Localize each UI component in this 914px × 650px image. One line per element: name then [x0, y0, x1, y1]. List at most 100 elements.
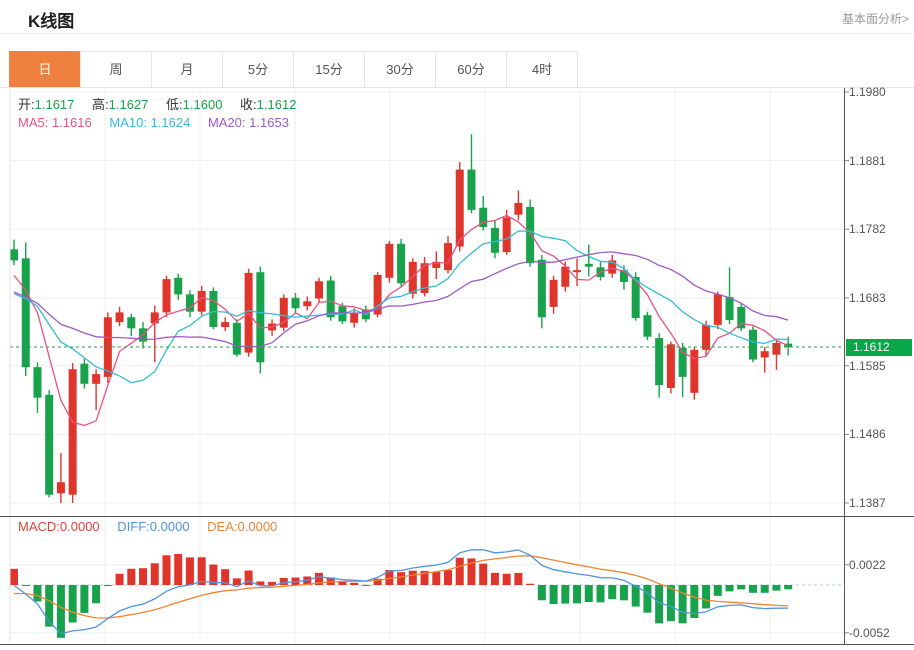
macd-bar [432, 572, 440, 585]
macd-bar [526, 584, 534, 585]
candle-up [667, 344, 675, 388]
macd-bar [597, 585, 605, 602]
candle-up [573, 270, 581, 272]
price-tick-label: 1.1585 [849, 359, 886, 373]
candle-down [749, 330, 757, 360]
kline-widget: K线图 基本面分析> 日 周 月 5分 15分 30分 60分 4时 开:1.1… [0, 0, 914, 650]
open-label: 开: [18, 97, 35, 112]
macd-bar [22, 585, 30, 586]
macd-tick-label: 0.0022 [849, 558, 886, 572]
candle-down [127, 317, 135, 328]
candle-up [162, 279, 170, 312]
price-tick-label: 1.1881 [849, 154, 886, 168]
close-label: 收: [240, 97, 257, 112]
candle-down [209, 291, 217, 327]
tab-4hour[interactable]: 4时 [506, 51, 578, 88]
candle-up [702, 325, 710, 350]
candle-up [57, 482, 65, 493]
tab-15min[interactable]: 15分 [293, 51, 365, 88]
diff-value: 0.0000 [150, 519, 190, 534]
macd-bar [491, 573, 499, 585]
candle-down [33, 367, 41, 397]
ma5-label: MA5: [18, 115, 48, 130]
macd-bar [80, 585, 88, 613]
macd-bar [561, 585, 569, 604]
candle-up [761, 351, 769, 357]
macd-bar [151, 563, 159, 585]
candle-down [233, 323, 241, 355]
candle-up [456, 170, 464, 247]
macd-bar [550, 585, 558, 604]
candle-up [690, 350, 698, 393]
macd-bar [761, 585, 769, 593]
macd-bar [620, 585, 628, 600]
tab-week[interactable]: 周 [80, 51, 152, 88]
ma20-value: 1.1653 [249, 115, 289, 130]
macd-bar [127, 569, 135, 585]
candle-up [350, 313, 358, 323]
candle-up [550, 280, 558, 307]
fundamental-analysis-link[interactable]: 基本面分析> [842, 10, 909, 27]
macd-bar [116, 574, 124, 585]
price-tick-label: 1.1683 [849, 291, 886, 305]
macd-bar [772, 585, 780, 591]
macd-value: 0.0000 [60, 519, 100, 534]
macd-bar [585, 585, 593, 602]
macd-bar [726, 585, 734, 591]
close-value: 1.1612 [257, 97, 297, 112]
candle-down [397, 244, 405, 284]
page-title: K线图 [28, 7, 74, 32]
candle-down [10, 249, 18, 260]
candle-down [526, 207, 534, 263]
open-value: 1.1617 [35, 97, 75, 112]
tab-month[interactable]: 月 [151, 51, 223, 88]
macd-bar [104, 585, 112, 586]
candle-up [315, 281, 323, 298]
macd-bar [456, 558, 464, 585]
kline-chart-canvas[interactable] [0, 88, 914, 650]
macd-bar [503, 574, 511, 585]
macd-readout: MACD:0.0000 DIFF:0.0000 DEA:0.0000 [18, 519, 291, 534]
period-tabbar: 日 周 月 5分 15分 30分 60分 4时 [10, 51, 578, 88]
price-tick-label: 1.1980 [849, 85, 886, 99]
macd-bar [702, 585, 710, 608]
dea-label: DEA: [207, 519, 237, 534]
candle-up [198, 291, 206, 312]
high-value: 1.1627 [109, 97, 149, 112]
tab-30min[interactable]: 30分 [364, 51, 436, 88]
candle-up [714, 294, 722, 324]
macd-bar [350, 583, 358, 585]
ohlc-readout: 开:1.1617 高:1.1627 低:1.1600 收:1.1612 [18, 94, 310, 113]
candle-down [585, 264, 593, 267]
macd-bar [667, 585, 675, 621]
tab-60min[interactable]: 60分 [435, 51, 507, 88]
macd-bar [45, 585, 53, 627]
candle-up [92, 374, 100, 384]
macd-bar [233, 578, 241, 585]
macd-bar [69, 585, 77, 623]
ma10-label: MA10: [109, 115, 147, 130]
candle-down [256, 272, 264, 362]
macd-bar [784, 585, 792, 589]
macd-label: MACD: [18, 519, 60, 534]
tab-5min[interactable]: 5分 [222, 51, 294, 88]
macd-bar [409, 571, 417, 585]
low-value: 1.1600 [183, 97, 223, 112]
candle-up [69, 369, 77, 494]
candle-up [503, 217, 511, 252]
candle-down [643, 315, 651, 336]
candle-down [292, 298, 300, 308]
candle-up [514, 203, 522, 215]
ma20-label: MA20: [208, 115, 246, 130]
dea-value: 0.0000 [238, 519, 278, 534]
macd-bar [10, 569, 18, 585]
candle-down [80, 364, 88, 384]
ma10-value: 1.1624 [151, 115, 191, 130]
candle-up [116, 312, 124, 322]
macd-bar [33, 585, 41, 601]
candle-up [409, 262, 417, 294]
candle-down [655, 338, 663, 385]
ma5-value: 1.1616 [52, 115, 92, 130]
candle-down [538, 260, 546, 318]
tab-day[interactable]: 日 [9, 51, 81, 88]
